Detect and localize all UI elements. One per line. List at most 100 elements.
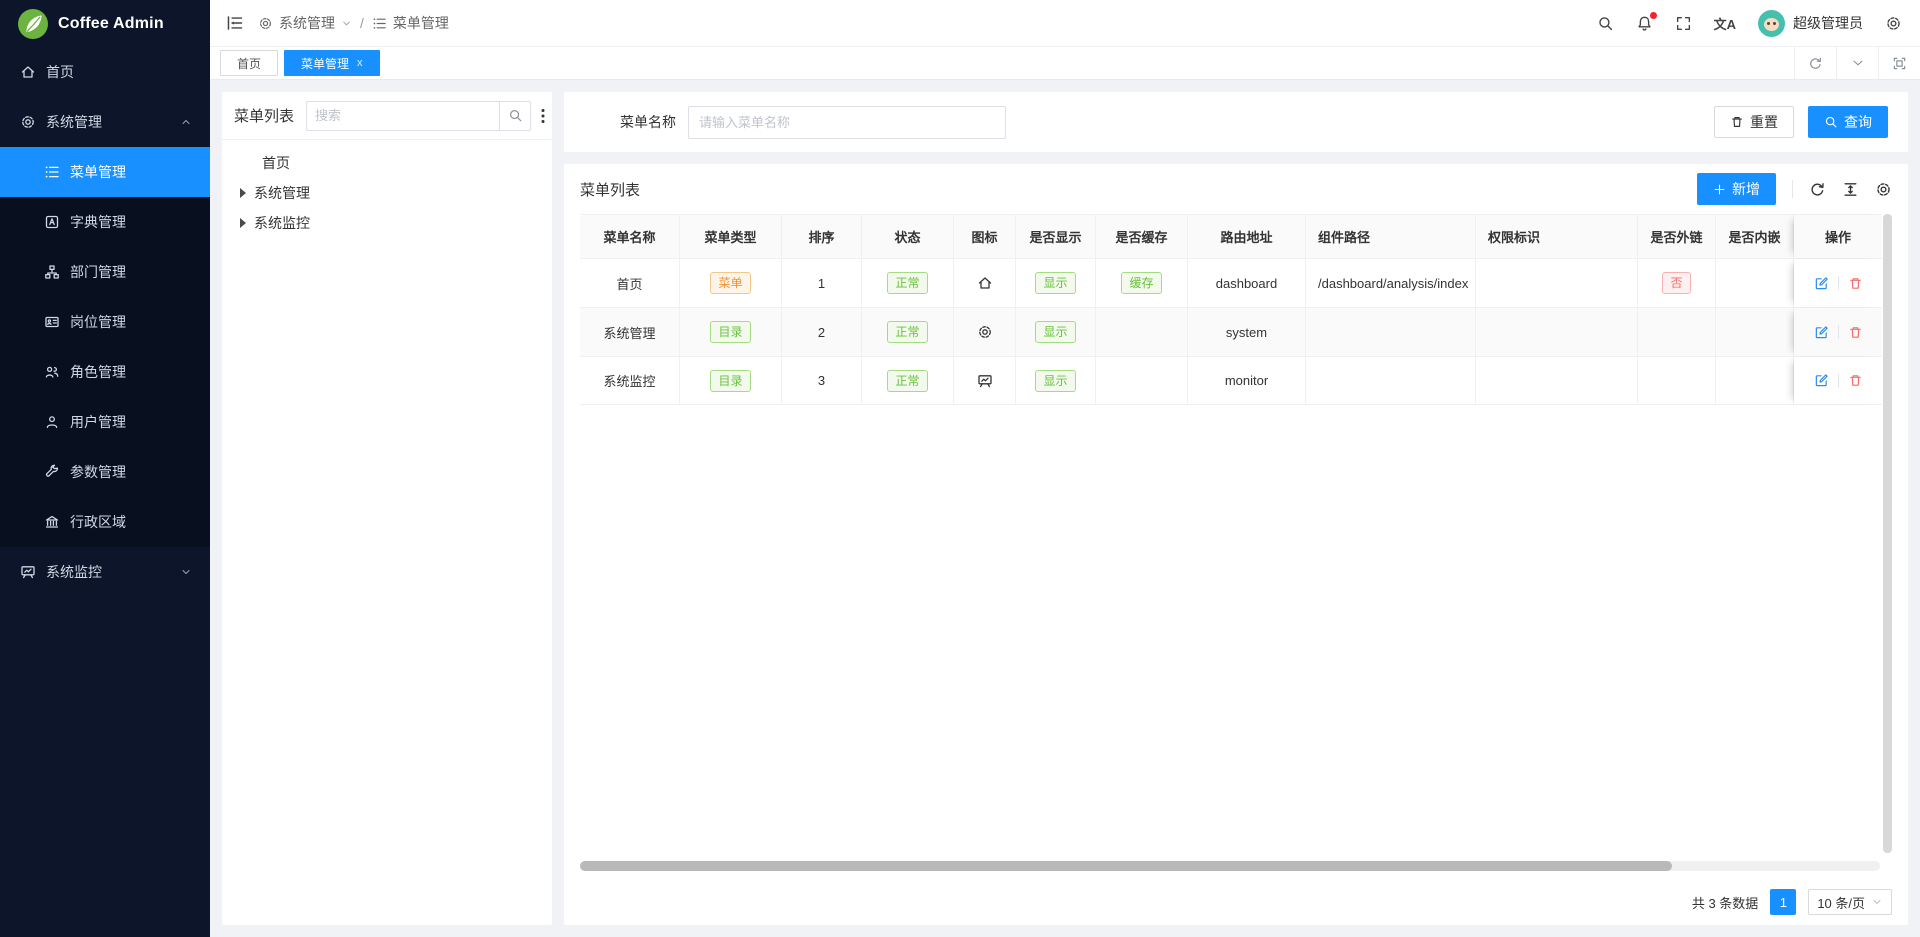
total-count: 共 3 条数据 (1692, 893, 1758, 912)
visible-badge: 显示 (1035, 321, 1075, 343)
caret-right-icon[interactable] (240, 188, 246, 198)
id-card-icon (44, 314, 60, 330)
visible-badge: 显示 (1035, 370, 1075, 392)
cell-cache (1096, 308, 1188, 356)
table-settings-button[interactable] (1875, 181, 1892, 198)
wrench-icon (44, 464, 60, 480)
edit-button[interactable] (1814, 325, 1829, 340)
page-1-button[interactable]: 1 (1770, 889, 1796, 915)
sidebar-item-monitor[interactable]: 系统监控 (0, 547, 210, 597)
language-switch-button[interactable]: 文A (1714, 14, 1736, 33)
query-button[interactable]: 查询 (1808, 106, 1888, 138)
tab-refresh-button[interactable] (1794, 47, 1836, 79)
density-icon (1842, 181, 1859, 198)
delete-button[interactable] (1848, 276, 1863, 291)
tab-home[interactable]: 首页 (220, 50, 278, 76)
table-row[interactable]: 系统监控 目录 3 正常 显示 monitor (580, 356, 1882, 405)
tab-dropdown-button[interactable] (1836, 47, 1878, 79)
add-button[interactable]: 新增 (1697, 173, 1776, 205)
header-search-button[interactable] (1597, 15, 1614, 32)
menu-fold-icon (226, 14, 244, 32)
sidebar-item-dict-mgmt[interactable]: 字典管理 (0, 197, 210, 247)
vertical-scrollbar[interactable] (1883, 214, 1892, 853)
trash-icon (1848, 373, 1863, 388)
tree-search-input[interactable] (306, 101, 499, 131)
sidebar-item-label: 首页 (46, 62, 192, 82)
sidebar-item-param-mgmt[interactable]: 参数管理 (0, 447, 210, 497)
menu-name-input[interactable] (688, 106, 1006, 139)
cell-component (1306, 308, 1476, 356)
cell-permission (1476, 259, 1638, 307)
search-icon (1597, 15, 1614, 32)
cell-route: monitor (1188, 357, 1306, 404)
tree-node-system[interactable]: 系统管理 (222, 178, 552, 208)
sidebar-item-role-mgmt[interactable]: 角色管理 (0, 347, 210, 397)
content-fullscreen-button[interactable] (1878, 47, 1920, 79)
notifications-button[interactable] (1636, 15, 1653, 32)
sidebar: Coffee Admin 首页 系统管理 菜单管理 字典管理 部门 (0, 0, 210, 937)
edit-icon (1814, 276, 1829, 291)
sidebar-item-label: 岗位管理 (70, 312, 192, 332)
horizontal-scrollbar[interactable] (580, 861, 1880, 871)
tree-search-button[interactable] (499, 101, 531, 131)
page-size-select[interactable]: 10 条/页 (1808, 889, 1892, 915)
breadcrumb-separator: / (360, 15, 364, 31)
sidebar-item-user-mgmt[interactable]: 用户管理 (0, 397, 210, 447)
gear-icon (20, 114, 36, 130)
menu-name-label: 菜单名称 (620, 112, 676, 132)
settings-button[interactable] (1885, 15, 1902, 32)
breadcrumb-section[interactable]: 系统管理 (279, 13, 335, 33)
sidebar-item-dept-mgmt[interactable]: 部门管理 (0, 247, 210, 297)
fullscreen-button[interactable] (1675, 15, 1692, 32)
table-density-button[interactable] (1842, 181, 1859, 198)
sidebar-item-menu-mgmt[interactable]: 菜单管理 (0, 147, 210, 197)
user-menu[interactable]: 超级管理员 (1758, 10, 1863, 37)
sidebar-item-label: 参数管理 (70, 462, 192, 482)
list-icon (372, 16, 387, 31)
home-icon (20, 64, 36, 80)
close-icon[interactable]: x (357, 57, 363, 69)
scrollbar-thumb[interactable] (580, 861, 1672, 871)
refresh-icon (1808, 56, 1823, 71)
caret-right-icon[interactable] (240, 218, 246, 228)
monitor-icon (977, 373, 993, 389)
table-row[interactable]: 系统管理 目录 2 正常 显示 system (580, 307, 1882, 356)
gear-icon (1875, 181, 1892, 198)
sidebar-item-label: 用户管理 (70, 412, 192, 432)
menu-tree-panel: 菜单列表 首页 系统管理 (222, 92, 552, 925)
col-header: 状态 (862, 215, 954, 258)
tree-node-label: 首页 (262, 153, 290, 173)
tree-node-monitor[interactable]: 系统监控 (222, 208, 552, 238)
app-logo[interactable]: Coffee Admin (0, 0, 210, 47)
breadcrumb: 系统管理 / 菜单管理 (258, 13, 449, 33)
list-icon (44, 164, 60, 180)
delete-button[interactable] (1848, 325, 1863, 340)
gear-icon (1885, 15, 1902, 32)
edit-button[interactable] (1814, 373, 1829, 388)
table-row[interactable]: 首页 菜单 1 正常 显示 缓存 dashboard /dashboard/an… (580, 258, 1882, 307)
reset-button[interactable]: 重置 (1714, 106, 1794, 138)
edit-button[interactable] (1814, 276, 1829, 291)
sidebar-item-post-mgmt[interactable]: 岗位管理 (0, 297, 210, 347)
col-header: 路由地址 (1188, 215, 1306, 258)
delete-button[interactable] (1848, 373, 1863, 388)
search-icon (508, 108, 523, 123)
tree-node-home[interactable]: 首页 (222, 148, 552, 178)
cache-badge: 缓存 (1121, 272, 1161, 294)
tree-more-button[interactable] (539, 106, 547, 126)
sidebar-item-region-mgmt[interactable]: 行政区域 (0, 497, 210, 547)
tab-menu-mgmt[interactable]: 菜单管理 x (284, 50, 380, 76)
sidebar-item-home[interactable]: 首页 (0, 47, 210, 97)
cell-external (1638, 308, 1716, 356)
content-area: 菜单列表 首页 系统管理 (210, 80, 1920, 937)
visible-badge: 显示 (1035, 272, 1075, 294)
cell-order: 3 (782, 357, 862, 404)
cell-menu-name: 系统监控 (580, 357, 680, 404)
sidebar-item-system[interactable]: 系统管理 (0, 97, 210, 147)
table-refresh-button[interactable] (1809, 181, 1826, 198)
gear-icon (977, 324, 993, 340)
cell-embed (1716, 357, 1794, 404)
cell-permission (1476, 308, 1638, 356)
cell-embed (1716, 259, 1794, 307)
sidebar-collapse-button[interactable] (226, 14, 244, 32)
